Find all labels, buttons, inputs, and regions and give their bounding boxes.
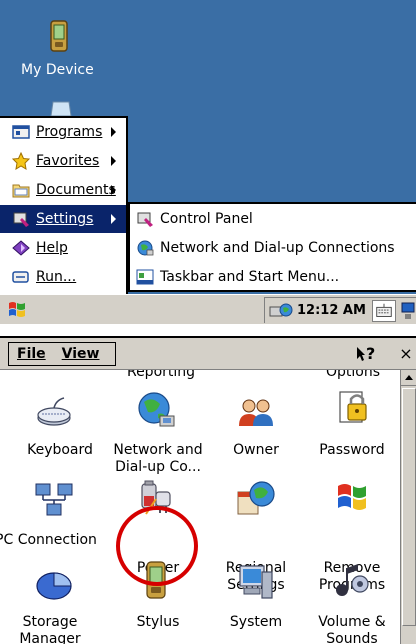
connectivity-icon[interactable]: [269, 301, 293, 321]
start-menu-item-programs[interactable]: Programs: [0, 118, 126, 146]
network-icon: [137, 240, 154, 256]
start-menu-label-run: Run...: [36, 269, 77, 285]
cp-label-stylus: Stylus: [136, 614, 180, 630]
favorites-icon: [12, 152, 30, 170]
start-menu-item-help[interactable]: Help: [0, 234, 126, 262]
taskbar-icon: [136, 269, 154, 285]
cp-label-owner: Owner: [233, 442, 279, 458]
menu-bar-group: File View: [8, 342, 116, 366]
submenu-label-network: Network and Dial-up Connections: [160, 240, 395, 256]
password-icon: [339, 391, 367, 423]
recycle-bin-icon: [50, 101, 72, 116]
submenu-item-control-panel[interactable]: Control Panel: [130, 205, 416, 233]
cp-label-pc-connection: PC Connection: [0, 532, 97, 548]
start-menu-item-settings[interactable]: Settings: [0, 205, 126, 233]
cp-label-password: Password: [319, 442, 385, 458]
menu-bar: File View ? ×: [0, 338, 416, 370]
scroll-thumb[interactable]: [402, 388, 416, 626]
start-menu-item-run[interactable]: Run...: [0, 263, 126, 291]
submenu-item-taskbar[interactable]: Taskbar and Start Menu...: [130, 263, 416, 291]
submenu-arrow-icon: [111, 156, 116, 166]
taskbar: 12:12 AM: [0, 294, 416, 324]
control-panel-content: Reporting Options Keyboard Network and D…: [0, 370, 400, 644]
screenshot-divider: [0, 324, 416, 336]
keyboard-icon: [37, 397, 71, 426]
settings-submenu: Control Panel Network and Dial-up Connec…: [128, 202, 416, 292]
desktop-toggle-icon[interactable]: [400, 300, 416, 322]
start-menu-label-help: Help: [36, 240, 68, 256]
control-panel-window: File View ? × Reporting Options Keyboard: [0, 336, 416, 644]
start-menu-label-settings: Settings: [36, 211, 94, 227]
submenu-arrow-icon: [111, 127, 116, 137]
cp-label-storage-manager: Storage Manager: [19, 614, 81, 644]
regional-settings-icon: [237, 481, 275, 515]
start-menu-label-documents: Documents: [36, 182, 116, 198]
my-device-label: My Device: [21, 62, 94, 78]
start-menu: Programs Favorites Documents Settings He…: [0, 116, 128, 294]
start-button-windows-flag-icon[interactable]: [6, 299, 28, 321]
whats-this-help-button[interactable]: ?: [356, 342, 380, 366]
menu-file[interactable]: File: [9, 346, 54, 362]
partial-label-reporting: Reporting: [126, 370, 196, 380]
menu-view[interactable]: View: [54, 346, 108, 362]
control-panel-icon: [137, 212, 153, 227]
submenu-label-control-panel: Control Panel: [160, 211, 253, 227]
help-icon: [12, 240, 30, 256]
cp-label-keyboard: Keyboard: [27, 442, 93, 458]
cursor-arrow-icon: [357, 347, 365, 361]
pc-connection-icon: [35, 483, 73, 516]
remove-programs-icon: [338, 484, 366, 510]
start-menu-item-documents[interactable]: Documents: [0, 176, 126, 204]
my-device-icon: [50, 20, 68, 52]
start-menu-label-programs: Programs: [36, 124, 103, 140]
vertical-scrollbar[interactable]: [400, 370, 416, 644]
network-globe-icon: [138, 392, 175, 427]
owner-icon: [239, 399, 273, 426]
system-icon: [239, 565, 273, 599]
power-highlight-circle: [116, 506, 198, 586]
close-button[interactable]: ×: [396, 342, 416, 366]
storage-manager-icon: [36, 572, 72, 600]
run-icon: [12, 271, 29, 283]
desktop-screen: My Device Programs Favorites Documents S…: [0, 0, 416, 324]
documents-icon: [12, 184, 30, 198]
cp-label-volume-sounds: Volume & Sounds: [318, 614, 386, 644]
submenu-item-network[interactable]: Network and Dial-up Connections: [130, 234, 416, 262]
programs-icon: [12, 125, 30, 139]
input-panel-keyboard-icon[interactable]: [371, 299, 396, 322]
clock[interactable]: 12:12 AM: [297, 303, 366, 318]
partial-label-options: Options: [325, 370, 381, 380]
volume-sounds-icon: [336, 564, 369, 596]
start-menu-item-favorites[interactable]: Favorites: [0, 147, 126, 175]
settings-icon: [13, 212, 29, 227]
scroll-up-arrow-icon[interactable]: [401, 370, 416, 386]
help-question-mark: ?: [366, 344, 376, 363]
start-menu-label-favorites: Favorites: [36, 153, 100, 169]
system-tray: 12:12 AM: [264, 297, 416, 323]
cp-label-network: Network and Dial-up Co...: [113, 442, 203, 475]
submenu-arrow-icon: [111, 185, 116, 195]
submenu-arrow-icon: [111, 214, 116, 224]
cp-label-system: System: [229, 614, 283, 630]
submenu-label-taskbar: Taskbar and Start Menu...: [160, 269, 340, 285]
